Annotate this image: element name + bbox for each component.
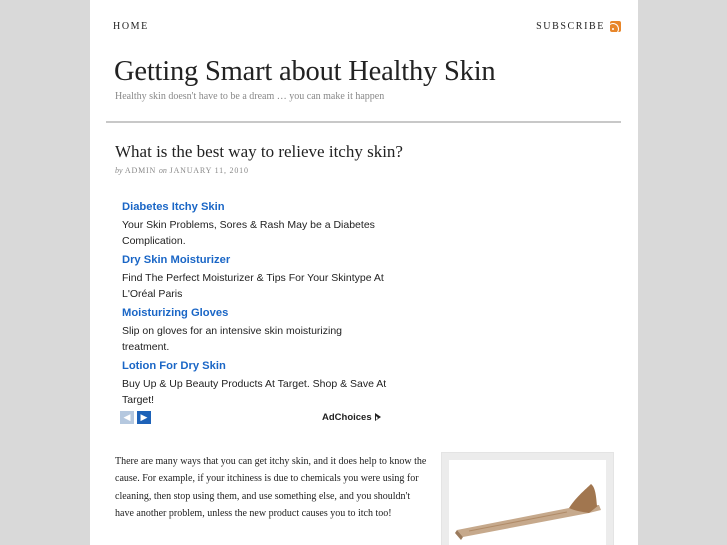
- nav-subscribe-label[interactable]: Subscribe: [536, 21, 605, 32]
- rss-icon[interactable]: [610, 21, 621, 32]
- ad-description: Find The Perfect Moisturizer & Tips For …: [122, 272, 384, 300]
- ad-item[interactable]: Dry Skin Moisturizer Find The Perfect Mo…: [122, 254, 394, 302]
- page: Home Subscribe Getting Smart about Healt…: [90, 0, 638, 545]
- ad-description: Buy Up & Up Beauty Products At Target. S…: [122, 378, 387, 406]
- post-title[interactable]: What is the best way to relieve itchy sk…: [115, 142, 403, 162]
- ad-description: Slip on gloves for an intensive skin moi…: [122, 325, 343, 353]
- ad-headline-link[interactable]: Moisturizing Gloves: [122, 307, 394, 320]
- post-date: January 11, 2010: [169, 166, 249, 175]
- byline-on: on: [158, 166, 167, 175]
- ad-pager: ◀ ▶: [120, 411, 151, 424]
- adchoices-link[interactable]: AdChoices: [322, 412, 382, 423]
- ad-description: Your Skin Problems, Sores & Rash May be …: [122, 219, 375, 247]
- site-tagline: Healthy skin doesn't have to be a dream …: [115, 91, 385, 102]
- post-byline: by admin on January 11, 2010: [115, 166, 249, 175]
- post-body: There are many ways that you can get itc…: [115, 456, 427, 519]
- ad-item[interactable]: Diabetes Itchy Skin Your Skin Problems, …: [122, 201, 394, 249]
- chevron-right-icon[interactable]: ▶: [137, 411, 151, 424]
- post-image-frame: [449, 460, 606, 545]
- nav-subscribe-link[interactable]: Subscribe: [536, 21, 621, 32]
- post-author-link[interactable]: admin: [125, 166, 156, 175]
- chevron-left-icon[interactable]: ◀: [120, 411, 134, 424]
- adchoices-label[interactable]: AdChoices: [322, 412, 372, 423]
- ad-headline-link[interactable]: Lotion For Dry Skin: [122, 360, 394, 373]
- ad-unit: Diabetes Itchy Skin Your Skin Problems, …: [118, 196, 390, 428]
- nav-home-link[interactable]: Home: [113, 21, 149, 32]
- header-divider: [106, 121, 621, 123]
- ad-headline-link[interactable]: Dry Skin Moisturizer: [122, 254, 394, 267]
- nav-home-label[interactable]: Home: [113, 21, 149, 32]
- ad-headline-link[interactable]: Diabetes Itchy Skin: [122, 201, 394, 214]
- post-image: [441, 452, 614, 545]
- ad-item[interactable]: Moisturizing Gloves Slip on gloves for a…: [122, 307, 394, 355]
- ad-item[interactable]: Lotion For Dry Skin Buy Up & Up Beauty P…: [122, 360, 394, 408]
- site-title[interactable]: Getting Smart about Healthy Skin: [114, 56, 496, 88]
- incense-holder-image: [455, 484, 601, 540]
- adchoices-icon[interactable]: [374, 413, 382, 422]
- byline-by: by: [115, 166, 123, 175]
